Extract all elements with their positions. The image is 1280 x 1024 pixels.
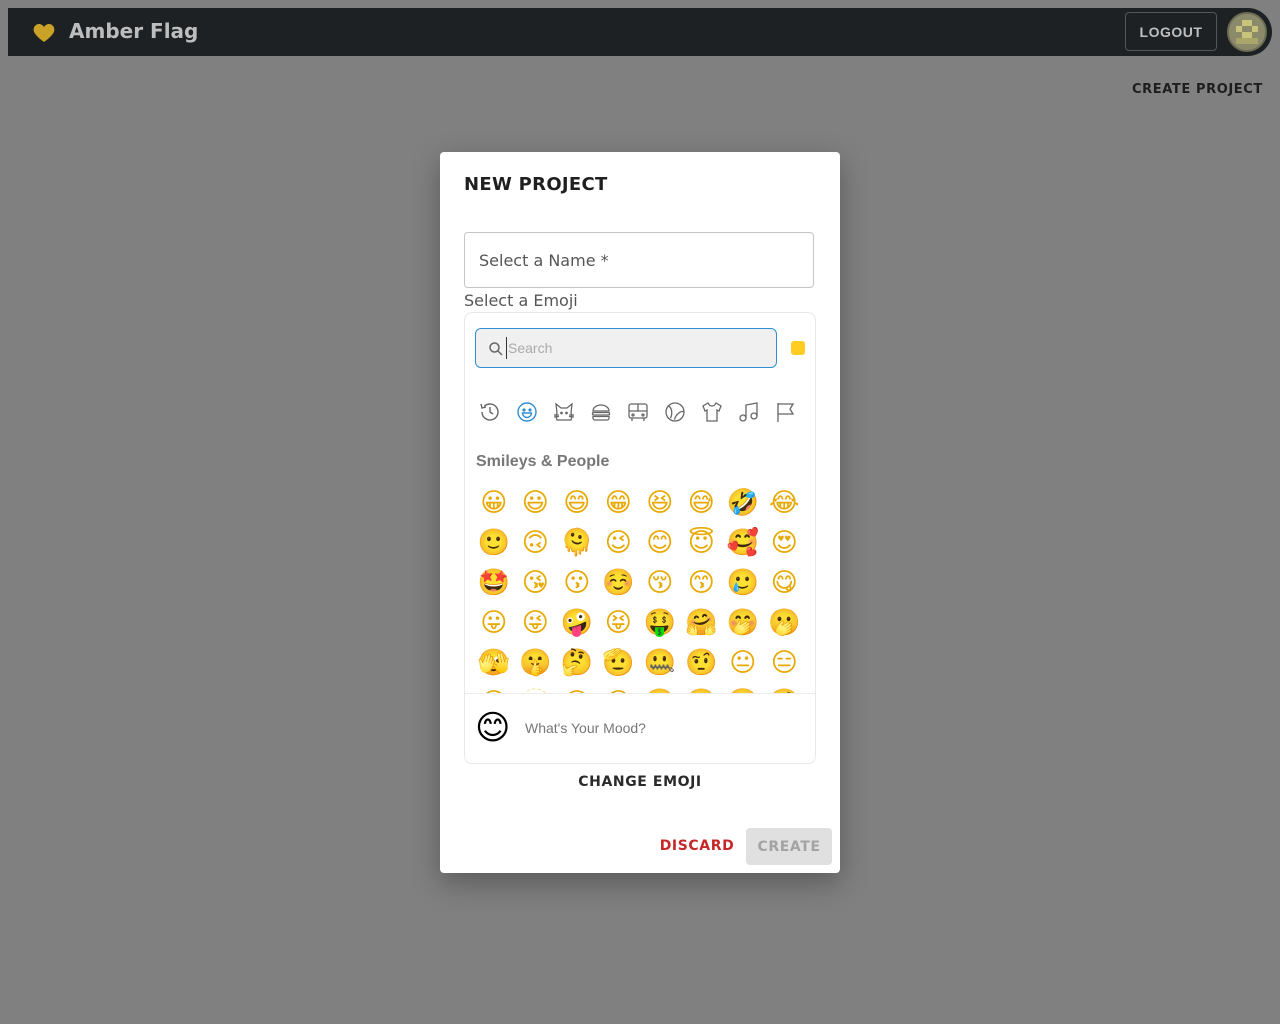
smiley-icon bbox=[517, 402, 537, 422]
emoji-item[interactable]: 😒 bbox=[598, 683, 640, 693]
emoji-item[interactable]: 🤨 bbox=[681, 643, 723, 683]
burger-icon bbox=[591, 404, 611, 421]
emoji-item[interactable]: 🤔 bbox=[556, 643, 598, 683]
emoji-item[interactable]: 🫡 bbox=[598, 643, 640, 683]
emoji-item[interactable]: 🤑 bbox=[639, 603, 681, 643]
tab-flags[interactable] bbox=[773, 399, 799, 425]
preview-emoji: 😊 bbox=[475, 708, 511, 748]
app-title: Amber Flag bbox=[69, 19, 199, 43]
shirt-icon bbox=[702, 402, 722, 422]
emoji-item[interactable]: 😗 bbox=[556, 563, 598, 603]
music-icon bbox=[739, 402, 758, 422]
emoji-preview-bar: 😊 What's Your Mood? bbox=[465, 693, 815, 763]
logout-button[interactable]: LOGOUT bbox=[1125, 12, 1217, 51]
emoji-item[interactable]: 🤗 bbox=[681, 603, 723, 643]
emoji-item[interactable]: 🥰 bbox=[722, 523, 764, 563]
emoji-item[interactable]: 😜 bbox=[515, 603, 557, 643]
preview-text: What's Your Mood? bbox=[525, 720, 646, 736]
app-bar: Amber Flag LOGOUT bbox=[8, 8, 1272, 56]
flag-icon bbox=[777, 403, 795, 422]
emoji-item[interactable]: 😛 bbox=[473, 603, 515, 643]
emoji-item[interactable]: 😆 bbox=[639, 483, 681, 523]
emoji-item[interactable]: 🫢 bbox=[764, 603, 806, 643]
emoji-category-tabs bbox=[477, 399, 799, 425]
create-project-button[interactable]: CREATE PROJECT bbox=[1132, 82, 1263, 97]
discard-button[interactable]: DISCARD bbox=[655, 828, 739, 864]
emoji-item[interactable]: 😑 bbox=[764, 643, 806, 683]
cat-icon bbox=[553, 402, 575, 421]
emoji-item[interactable]: 😁 bbox=[598, 483, 640, 523]
emoji-item[interactable]: 😐 bbox=[722, 643, 764, 683]
emoji-item[interactable]: 🤐 bbox=[639, 643, 681, 683]
tab-activities[interactable] bbox=[662, 399, 688, 425]
emoji-item[interactable]: 😅 bbox=[681, 483, 723, 523]
emoji-item[interactable]: 🫥 bbox=[515, 683, 557, 693]
create-button[interactable]: CREATE bbox=[746, 828, 832, 865]
emoji-item[interactable]: 😂 bbox=[764, 483, 806, 523]
avatar[interactable] bbox=[1227, 12, 1267, 52]
emoji-item[interactable]: 😚 bbox=[639, 563, 681, 603]
clock-icon bbox=[480, 403, 499, 421]
emoji-item[interactable]: 🫣 bbox=[473, 643, 515, 683]
emoji-search-box[interactable] bbox=[475, 328, 777, 368]
emoji-item[interactable]: 😉 bbox=[598, 523, 640, 563]
emoji-search-input[interactable] bbox=[506, 337, 766, 359]
emoji-item[interactable]: 🤩 bbox=[473, 563, 515, 603]
emoji-item[interactable]: 😃 bbox=[515, 483, 557, 523]
tab-food[interactable] bbox=[588, 399, 614, 425]
avatar-pattern-icon bbox=[1229, 14, 1265, 50]
emoji-section-title: Smileys & People bbox=[476, 453, 610, 470]
emoji-select-label: Select a Emoji bbox=[464, 291, 578, 310]
emoji-item[interactable]: 🤫 bbox=[515, 643, 557, 683]
tab-travel[interactable] bbox=[625, 399, 651, 425]
dialog-title: NEW PROJECT bbox=[464, 174, 608, 195]
search-icon bbox=[489, 342, 503, 356]
change-emoji-button[interactable]: CHANGE EMOJI bbox=[440, 774, 840, 790]
emoji-item[interactable]: 🙄 bbox=[639, 683, 681, 693]
emoji-item[interactable]: 😊 bbox=[639, 523, 681, 563]
emoji-item[interactable]: 😮‍💨 bbox=[722, 683, 764, 693]
emoji-item[interactable]: 🤥 bbox=[764, 683, 806, 693]
emoji-item[interactable]: 🤣 bbox=[722, 483, 764, 523]
emoji-item[interactable]: 🤭 bbox=[722, 603, 764, 643]
emoji-item[interactable]: 😄 bbox=[556, 483, 598, 523]
skin-tone-selector[interactable] bbox=[791, 341, 805, 355]
emoji-item[interactable]: 🙂 bbox=[473, 523, 515, 563]
emoji-item[interactable]: 😘 bbox=[515, 563, 557, 603]
tab-recent[interactable] bbox=[477, 399, 503, 425]
emoji-item[interactable]: 😶 bbox=[473, 683, 515, 693]
emoji-item[interactable]: 😇 bbox=[681, 523, 723, 563]
emoji-item[interactable]: 😍 bbox=[764, 523, 806, 563]
emoji-item[interactable]: 😏 bbox=[556, 683, 598, 693]
emoji-item[interactable]: 🤪 bbox=[556, 603, 598, 643]
emoji-item[interactable]: 😬 bbox=[681, 683, 723, 693]
new-project-dialog: NEW PROJECT Select a Name * Select a Emo… bbox=[440, 152, 840, 873]
emoji-item[interactable]: 😀 bbox=[473, 483, 515, 523]
ball-icon bbox=[665, 402, 685, 422]
emoji-item[interactable]: 😝 bbox=[598, 603, 640, 643]
emoji-item[interactable]: 🫠 bbox=[556, 523, 598, 563]
tab-smileys[interactable] bbox=[514, 399, 540, 425]
tab-symbols[interactable] bbox=[736, 399, 762, 425]
heart-icon bbox=[33, 24, 55, 42]
emoji-grid: 😀 😃 😄 😁 😆 😅 🤣 😂 🙂 🙃 🫠 😉 😊 😇 🥰 😍 🤩 😘 😗 ☺️ 😚 😙 🥲 😋 😛 😜 🤪 😝 🤑 🤗 🤭 🫢 🫣 🤫 🤔 🫡 🤐 🤨 😐… bbox=[473, 483, 809, 693]
emoji-item[interactable]: 🥲 bbox=[722, 563, 764, 603]
emoji-picker: Smileys & People 😀😃😄😁😆😅🤣😂🙂🙃🫠😉😊😇🥰😍🤩😘😗☺️😚😙… bbox=[464, 312, 816, 764]
project-name-label: Select a Name * bbox=[479, 251, 609, 270]
emoji-item[interactable]: 😋 bbox=[764, 563, 806, 603]
project-name-field[interactable]: Select a Name * bbox=[464, 232, 814, 288]
emoji-item[interactable]: 😙 bbox=[681, 563, 723, 603]
tab-animals[interactable] bbox=[551, 399, 577, 425]
emoji-item[interactable]: ☺️ bbox=[598, 563, 640, 603]
bus-icon bbox=[628, 403, 648, 421]
tab-objects[interactable] bbox=[699, 399, 725, 425]
emoji-item[interactable]: 🙃 bbox=[515, 523, 557, 563]
